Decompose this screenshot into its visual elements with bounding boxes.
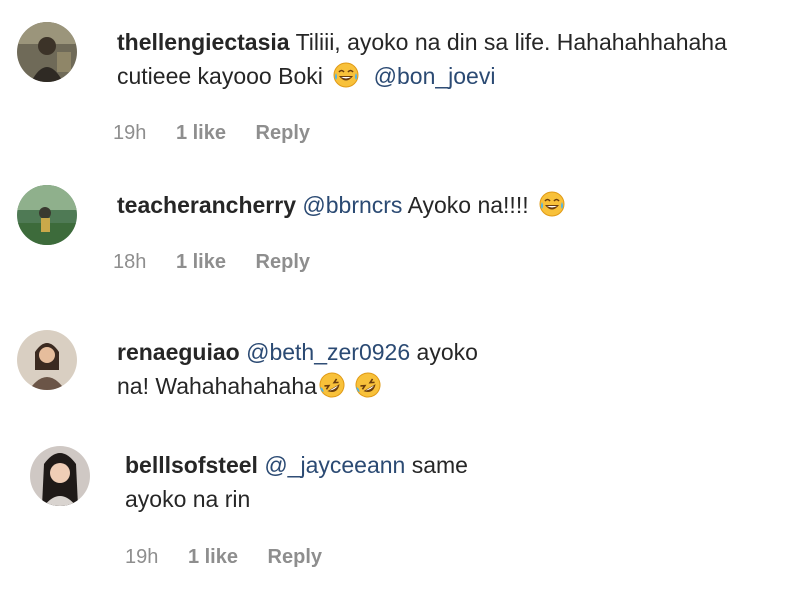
mention-link[interactable]: @beth_zer0926 bbox=[246, 339, 410, 365]
comment-body: cutieee kayooo Boki bbox=[117, 63, 323, 89]
comment-meta: 18h 1 like Reply bbox=[113, 251, 334, 274]
timestamp: 18h bbox=[113, 251, 147, 273]
comment-meta: 19h 1 like Reply bbox=[125, 546, 346, 569]
comment-meta: 19h 1 like Reply bbox=[113, 122, 334, 145]
comment-body: same bbox=[411, 452, 468, 478]
likes-count[interactable]: 1 like bbox=[188, 546, 238, 568]
mention-link[interactable]: @bon_joevi bbox=[374, 63, 496, 89]
likes-count[interactable]: 1 like bbox=[176, 251, 226, 273]
rolling-on-floor-laughing-icon bbox=[319, 372, 345, 398]
username[interactable]: belllsofsteel bbox=[125, 452, 258, 478]
avatar[interactable] bbox=[17, 330, 77, 390]
comment-text: thellengiectasia Tiliii, ayoko na din sa… bbox=[117, 25, 797, 93]
face-with-tears-of-joy-icon bbox=[333, 62, 359, 88]
reply-button[interactable]: Reply bbox=[256, 251, 310, 273]
comment-text: renaeguiao @beth_zer0926 ayoko na! Wahah… bbox=[117, 335, 797, 403]
rolling-on-floor-laughing-icon bbox=[355, 372, 381, 398]
likes-count[interactable]: 1 like bbox=[176, 122, 226, 144]
username[interactable]: thellengiectasia bbox=[117, 29, 290, 55]
mention-link[interactable]: @_jayceeann bbox=[264, 452, 405, 478]
username[interactable]: renaeguiao bbox=[117, 339, 240, 365]
avatar[interactable] bbox=[17, 185, 77, 245]
avatar[interactable] bbox=[30, 446, 90, 506]
comment-body: Ayoko na!!!! bbox=[407, 192, 529, 218]
reply-button[interactable]: Reply bbox=[268, 546, 322, 568]
comment-body: ayoko na rin bbox=[125, 486, 251, 512]
comment-body: na! Wahahahahaha bbox=[117, 373, 317, 399]
timestamp: 19h bbox=[125, 546, 159, 568]
reply-button[interactable]: Reply bbox=[256, 122, 310, 144]
comment-body: ayoko bbox=[416, 339, 478, 365]
comment-text: belllsofsteel @_jayceeann same ayoko na … bbox=[125, 448, 795, 516]
avatar[interactable] bbox=[17, 22, 77, 82]
comment-text: teacherancherry @bbrncrs Ayoko na!!!! bbox=[117, 188, 797, 222]
username[interactable]: teacherancherry bbox=[117, 192, 296, 218]
comment-body: Tiliii, ayoko na din sa life. Hahahahhah… bbox=[295, 29, 727, 55]
mention-link[interactable]: @bbrncrs bbox=[302, 192, 402, 218]
timestamp: 19h bbox=[113, 122, 147, 144]
face-with-tears-of-joy-icon bbox=[539, 191, 565, 217]
